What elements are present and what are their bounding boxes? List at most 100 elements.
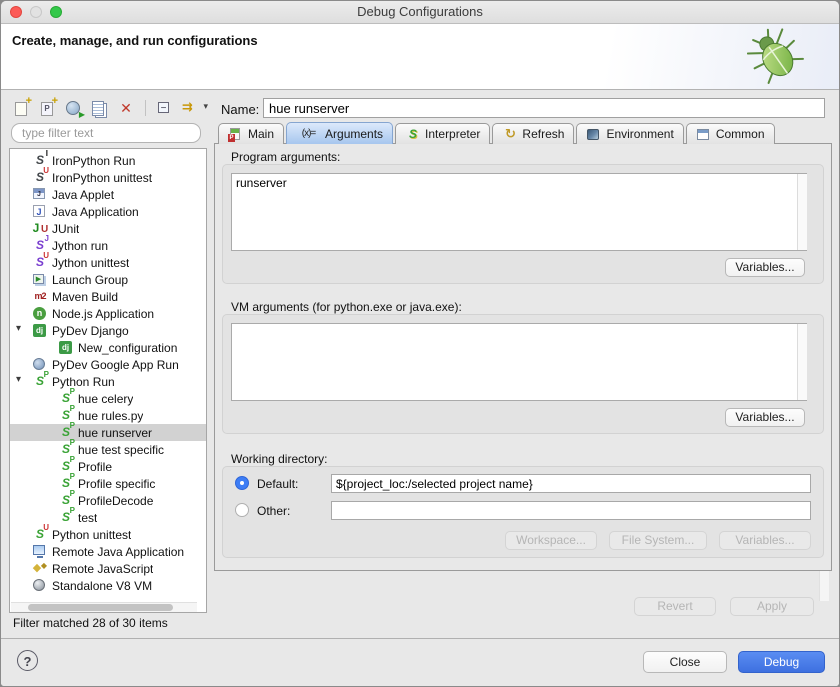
tree-item-java-application[interactable]: Java Application (10, 203, 206, 220)
tree-item-junit[interactable]: JUnit (10, 220, 206, 237)
debug-bug-icon (747, 26, 805, 88)
vm-arguments-textarea[interactable] (231, 323, 807, 401)
workspace-button[interactable]: Workspace... (505, 531, 597, 550)
tree-item-hue-rules-py[interactable]: hue rules.py (10, 407, 206, 424)
tree-item-ironpython-run[interactable]: IronPython Run (10, 152, 206, 169)
tree-item-pydev-google-app-run[interactable]: PyDev Google App Run (10, 356, 206, 373)
tab-interpreter[interactable]: Interpreter (395, 123, 490, 144)
tree-item-standalone-v8-vm[interactable]: Standalone V8 VM (10, 577, 206, 594)
tab-refresh[interactable]: Refresh (492, 123, 574, 144)
working-directory-variables-button[interactable]: Variables... (719, 531, 811, 550)
tree-item-label: hue rules.py (78, 409, 143, 423)
duplicate-button[interactable] (89, 98, 111, 118)
arguments-tab-icon (296, 127, 321, 141)
delete-button[interactable] (115, 98, 137, 118)
default-radio[interactable] (235, 476, 249, 490)
pydev-django-icon (32, 323, 48, 338)
program-arguments-group: runserver Variables... (222, 164, 824, 284)
window-title: Debug Configurations (1, 4, 839, 19)
export-configurations-button[interactable] (63, 98, 85, 118)
help-button[interactable]: ? (17, 650, 38, 671)
environment-tab-icon (586, 127, 602, 141)
toolbar-separator (145, 100, 146, 116)
textarea-scrollbar-track (797, 174, 807, 250)
tree-item-python-unittest[interactable]: Python unittest (10, 526, 206, 543)
tree-item-test[interactable]: test (10, 509, 206, 526)
close-button[interactable]: Close (643, 651, 727, 673)
filter-input[interactable] (11, 123, 201, 143)
tree-item-ironpython-unittest[interactable]: IronPython unittest (10, 169, 206, 186)
program-arguments-variables-button[interactable]: Variables... (725, 258, 805, 277)
tree-item-node-js-application[interactable]: Node.js Application (10, 305, 206, 322)
tree-item-label: IronPython Run (52, 154, 135, 168)
apply-button[interactable]: Apply (730, 597, 814, 616)
tree-item-label: PyDev Google App Run (52, 358, 179, 372)
ironpython-unittest-icon (32, 170, 48, 185)
program-arguments-textarea[interactable]: runserver (231, 173, 807, 251)
file-system-button[interactable]: File System... (609, 531, 707, 550)
vm-arguments-variables-button[interactable]: Variables... (725, 408, 805, 427)
debug-configurations-dialog: Debug Configurations Create, manage, and… (0, 0, 840, 687)
tab-environment[interactable]: Environment (576, 123, 683, 144)
tree-item-remote-javascript[interactable]: Remote JavaScript (10, 560, 206, 577)
pydev-django-icon (58, 340, 74, 355)
tree-item-label: test (78, 511, 97, 525)
tab-common[interactable]: Common (686, 123, 775, 144)
tree-item-profile[interactable]: Profile (10, 458, 206, 475)
tree-item-label: Standalone V8 VM (52, 579, 152, 593)
name-input[interactable] (263, 98, 825, 118)
tree-item-label: Remote JavaScript (52, 562, 153, 576)
tree-item-jython-unittest[interactable]: Jython unittest (10, 254, 206, 271)
tab-label: Arguments (325, 127, 383, 141)
tree-item-profiledecode[interactable]: ProfileDecode (10, 492, 206, 509)
python-run-icon (32, 374, 48, 389)
other-directory-input[interactable] (331, 501, 811, 520)
tree-item-label: Remote Java Application (52, 545, 184, 559)
tree-item-profile-specific[interactable]: Profile specific (10, 475, 206, 492)
expander-icon[interactable]: ▾ (16, 374, 21, 385)
tab-main[interactable]: Main (218, 123, 284, 144)
jython-unittest-icon (32, 255, 48, 270)
tree-horizontal-scrollbar (11, 602, 197, 612)
tab-arguments[interactable]: Arguments (286, 122, 393, 144)
tree-item-hue-celery[interactable]: hue celery (10, 390, 206, 407)
filter-menu-button[interactable] (180, 98, 208, 118)
working-directory-group: Default: Other: Workspace... File System… (222, 466, 824, 558)
tab-bar: Main Arguments Interpreter Refresh Environme… (218, 123, 777, 144)
launch-group-icon (32, 272, 48, 287)
remote-js-icon (32, 561, 48, 576)
expander-icon[interactable]: ▾ (16, 323, 21, 334)
tree-item-remote-java-application[interactable]: Remote Java Application (10, 543, 206, 560)
tree-item-label: Jython unittest (52, 256, 129, 270)
tree-item-hue-test-specific[interactable]: hue test specific (10, 441, 206, 458)
new-prototype-button[interactable] (37, 98, 59, 118)
other-radio[interactable] (235, 503, 249, 517)
tree-item-pydev-django[interactable]: ▾PyDev Django (10, 322, 206, 339)
other-radio-label: Other: (257, 504, 290, 518)
tree-horizontal-scrollbar-thumb[interactable] (28, 604, 173, 611)
new-configuration-button[interactable] (11, 98, 33, 118)
maven-icon (32, 289, 48, 304)
tree-item-jython-run[interactable]: Jython run (10, 237, 206, 254)
default-directory-input[interactable] (331, 474, 811, 493)
tree-item-label: JUnit (52, 222, 79, 236)
default-radio-label: Default: (257, 477, 298, 491)
python-run-icon (58, 510, 74, 525)
tree-item-hue-runserver[interactable]: hue runserver (10, 424, 206, 441)
tree-item-launch-group[interactable]: Launch Group (10, 271, 206, 288)
tab-label: Refresh (522, 127, 564, 141)
title-bar: Debug Configurations (1, 1, 839, 24)
vm-arguments-group: Variables... (222, 314, 824, 434)
debug-button[interactable]: Debug (738, 651, 825, 673)
tree-item-label: Profile specific (78, 477, 155, 491)
collapse-all-button[interactable] (154, 98, 176, 118)
tree-item-python-run[interactable]: ▾Python Run (10, 373, 206, 390)
tab-label: Main (248, 127, 274, 141)
tab-label: Common (716, 127, 765, 141)
tree-item-new-configuration[interactable]: New_configuration (10, 339, 206, 356)
dialog-header: Create, manage, and run configurations (1, 24, 839, 90)
tree-item-java-applet[interactable]: Java Applet (10, 186, 206, 203)
v8vm-icon (32, 578, 48, 593)
tree-item-maven-build[interactable]: Maven Build (10, 288, 206, 305)
revert-button[interactable]: Revert (634, 597, 716, 616)
